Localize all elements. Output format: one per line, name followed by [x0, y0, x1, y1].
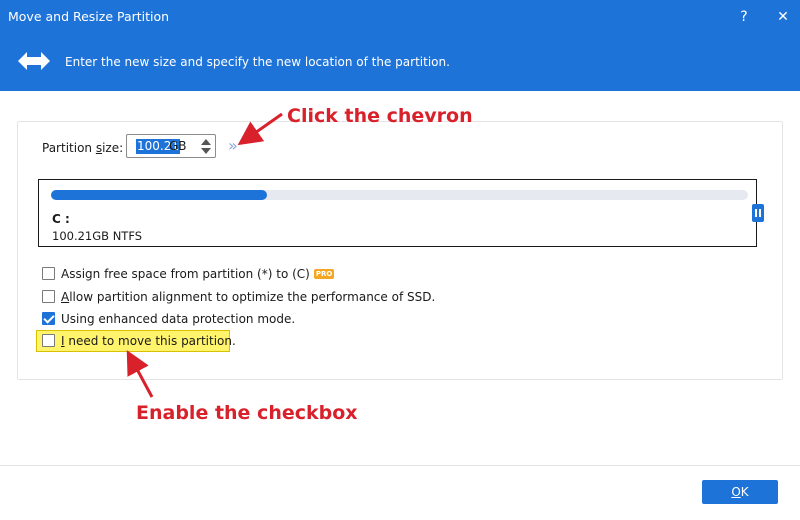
annotation-arrows [126, 112, 283, 398]
ok-button[interactable]: OK [702, 480, 778, 504]
ok-label-rest: K [740, 485, 749, 499]
chevron-arrow [237, 112, 283, 146]
checkbox-arrow [126, 350, 154, 398]
checkbox-annotation: Enable the checkbox [136, 402, 358, 424]
chevron-annotation: Click the chevron [287, 105, 473, 127]
footer-divider [0, 465, 800, 466]
ok-mnemonic: O [731, 485, 741, 499]
